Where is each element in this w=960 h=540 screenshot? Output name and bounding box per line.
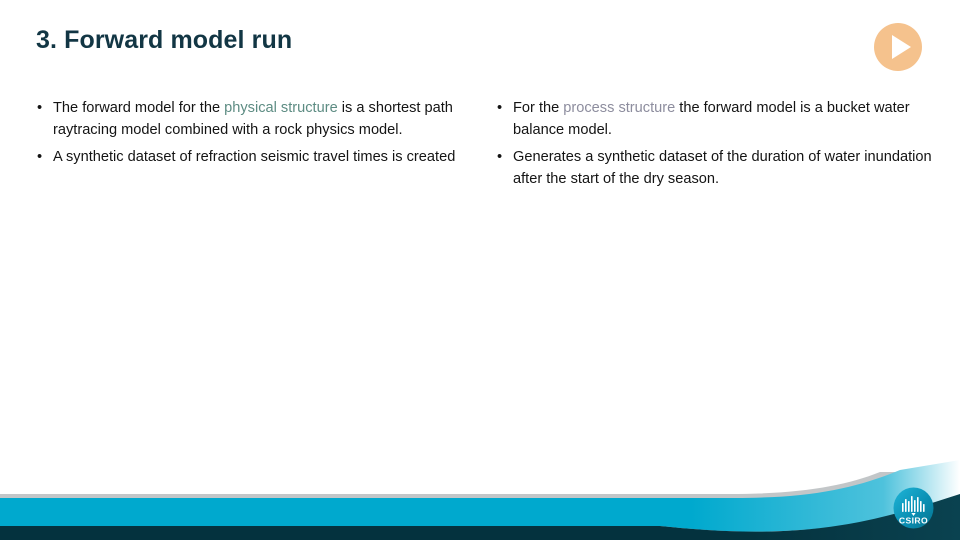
bullet-text-highlight: physical structure: [224, 100, 338, 116]
bullet-glyph: •: [37, 149, 43, 165]
left-bullet-list: • The forward model for the physical str…: [32, 98, 472, 169]
bullet-text-highlight: process structure: [563, 100, 676, 116]
csiro-logo-text: CSIRO: [899, 516, 928, 526]
play-circle-icon[interactable]: [873, 22, 923, 72]
bullet-glyph: •: [37, 100, 43, 116]
left-content-column: • The forward model for the physical str…: [32, 98, 472, 169]
right-bullet-list: • For the process structure the forward …: [492, 98, 937, 190]
csiro-logo: CSIRO: [891, 486, 936, 530]
bullet-text-segment: A synthetic dataset of refraction seismi…: [53, 149, 456, 165]
list-item: • The forward model for the physical str…: [32, 98, 472, 141]
right-content-column: • For the process structure the forward …: [492, 98, 937, 190]
bullet-text-segment: For the: [513, 100, 564, 116]
bullet-text-segment: Generates a synthetic dataset of the dur…: [513, 149, 932, 187]
bullet-text-segment: The forward model for the: [53, 100, 225, 116]
list-item: • Generates a synthetic dataset of the d…: [492, 147, 937, 190]
bullet-glyph: •: [497, 100, 503, 116]
page-title: 3. Forward model run: [36, 26, 293, 54]
slide-canvas: 3. Forward model run • The forward model…: [0, 0, 960, 540]
list-item: • A synthetic dataset of refraction seis…: [32, 147, 472, 169]
bullet-glyph: •: [497, 149, 503, 165]
list-item: • For the process structure the forward …: [492, 98, 937, 141]
footer-wave-graphic: [0, 460, 960, 540]
